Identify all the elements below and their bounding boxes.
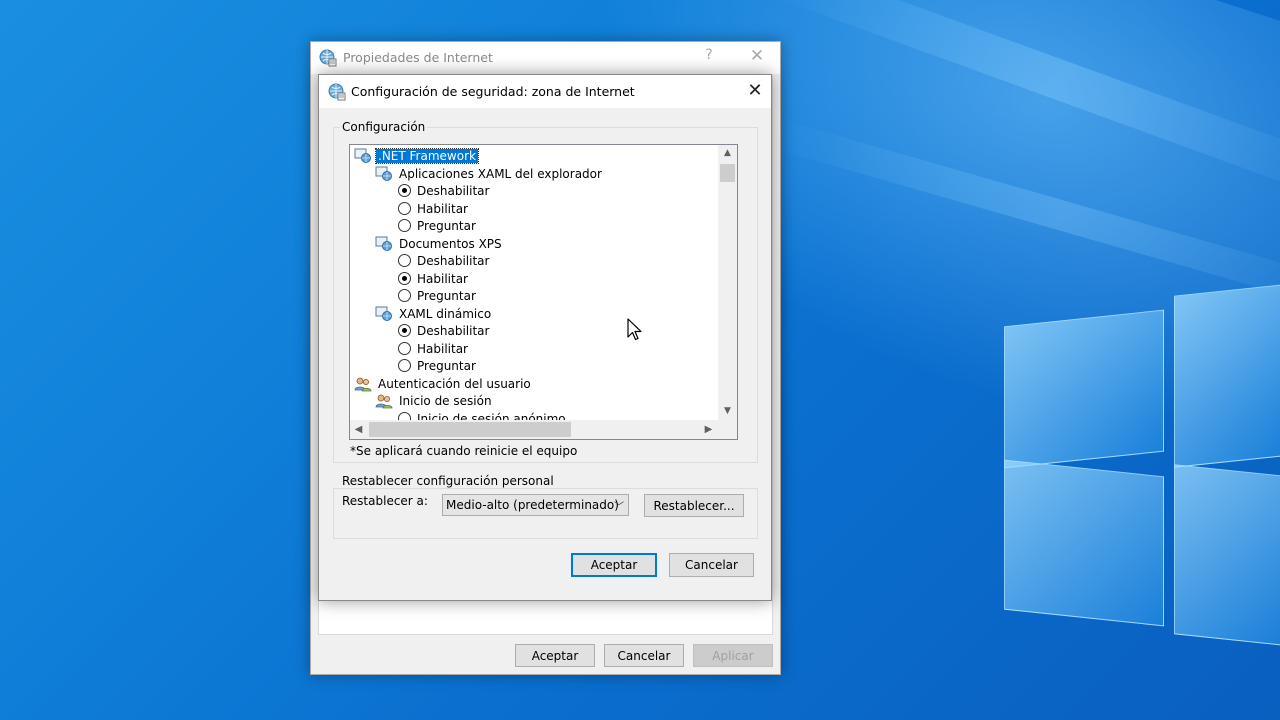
- settings-category-icon: [375, 306, 392, 321]
- close-button[interactable]: ✕: [743, 80, 767, 101]
- radio-label: Preguntar: [417, 288, 476, 303]
- radio-button-checked[interactable]: [398, 272, 411, 285]
- windows-logo-pane: [1174, 464, 1280, 646]
- close-button[interactable]: ✕: [745, 46, 769, 66]
- radio-button-checked[interactable]: [398, 324, 411, 337]
- radio-button-checked[interactable]: [398, 184, 411, 197]
- radio-button[interactable]: [398, 359, 411, 372]
- internet-options-icon: [328, 83, 346, 104]
- radio-button[interactable]: [398, 289, 411, 302]
- reset-group-label: Restablecer configuración personal: [340, 474, 556, 488]
- scroll-left-icon[interactable]: ◀: [350, 420, 367, 439]
- radio-label: Preguntar: [417, 218, 476, 233]
- tree-item-label: .NET Framework: [375, 147, 479, 164]
- window-title: Configuración de seguridad: zona de Inte…: [351, 84, 635, 99]
- title-bar: Propiedades de Internet ? ✕: [311, 42, 780, 74]
- scroll-thumb[interactable]: [720, 164, 735, 182]
- scroll-down-icon[interactable]: ▼: [718, 403, 737, 420]
- security-settings-dialog: Configuración de seguridad: zona de Inte…: [318, 74, 772, 601]
- settings-category-icon: [354, 148, 371, 163]
- scroll-right-icon[interactable]: ▶: [700, 420, 717, 439]
- tree-item-label: Inicio de sesión: [399, 393, 492, 408]
- radio-option-xaml-disable[interactable]: Deshabilitar: [398, 182, 489, 199]
- apply-button[interactable]: Aplicar: [693, 644, 773, 667]
- chevron-down-icon: ﹀: [614, 502, 624, 513]
- title-bar: Configuración de seguridad: zona de Inte…: [319, 75, 771, 108]
- window-title: Propiedades de Internet: [343, 50, 493, 65]
- reset-button[interactable]: Restablecer...: [644, 494, 744, 517]
- radio-label: Deshabilitar: [417, 323, 490, 338]
- radio-button[interactable]: [398, 219, 411, 232]
- radio-label: Habilitar: [417, 271, 468, 286]
- radio-option-xaml-enable[interactable]: Habilitar: [398, 200, 468, 217]
- internet-options-icon: [319, 49, 337, 70]
- tree-subcategory-xaml-apps[interactable]: Aplicaciones XAML del explorador: [375, 165, 604, 182]
- radio-label: Habilitar: [417, 201, 468, 216]
- radio-option-dynamic-enable[interactable]: Habilitar: [398, 340, 468, 357]
- tree-category-user-auth[interactable]: Autenticación del usuario: [354, 375, 533, 392]
- settings-category-icon: [375, 236, 392, 251]
- tree-item-label: Autenticación del usuario: [378, 376, 531, 391]
- horizontal-scrollbar[interactable]: ◀ ▶: [350, 420, 718, 439]
- radio-label: Preguntar: [417, 358, 476, 373]
- reset-level-select[interactable]: Medio-alto (predeterminado) ﹀: [442, 494, 629, 516]
- users-icon: [354, 377, 372, 391]
- radio-label: Deshabilitar: [417, 183, 490, 198]
- tree-category-net-framework[interactable]: .NET Framework: [354, 147, 479, 164]
- radio-option-xps-enable[interactable]: Habilitar: [398, 270, 468, 287]
- radio-option-xps-prompt[interactable]: Preguntar: [398, 287, 476, 304]
- radio-label: Deshabilitar: [417, 253, 490, 268]
- vertical-scrollbar[interactable]: ▲ ▼: [718, 145, 737, 420]
- reset-to-label: Restablecer a:: [342, 494, 428, 508]
- settings-tree[interactable]: .NET Framework Aplicaciones XAML del exp…: [349, 144, 738, 440]
- radio-option-xaml-prompt[interactable]: Preguntar: [398, 217, 476, 234]
- radio-option-xps-disable[interactable]: Deshabilitar: [398, 252, 489, 269]
- tree-item-label: Aplicaciones XAML del explorador: [399, 166, 602, 181]
- windows-logo-pane: [1004, 309, 1164, 469]
- scroll-up-icon[interactable]: ▲: [718, 145, 737, 162]
- settings-group-label: Configuración: [340, 120, 428, 134]
- scrollbar-corner: [718, 420, 737, 439]
- radio-option-dynamic-prompt[interactable]: Preguntar: [398, 357, 476, 374]
- windows-logo-pane: [1174, 284, 1280, 468]
- tree-subcategory-logon[interactable]: Inicio de sesión: [375, 392, 494, 409]
- users-icon: [375, 394, 393, 408]
- select-value: Medio-alto (predeterminado): [446, 498, 619, 512]
- radio-option-dynamic-disable[interactable]: Deshabilitar: [398, 322, 489, 339]
- ok-button[interactable]: Aceptar: [515, 644, 595, 667]
- tree-item-label: Documentos XPS: [399, 236, 502, 251]
- cancel-button[interactable]: Cancelar: [669, 553, 754, 577]
- ok-button[interactable]: Aceptar: [571, 553, 657, 577]
- tree-subcategory-xps-documents[interactable]: Documentos XPS: [375, 235, 504, 252]
- settings-category-icon: [375, 166, 392, 181]
- help-button[interactable]: ?: [699, 47, 719, 63]
- radio-button[interactable]: [398, 342, 411, 355]
- radio-label: Habilitar: [417, 341, 468, 356]
- radio-label: Inicio de sesión anónimo: [417, 411, 566, 421]
- tree-subcategory-dynamic-xaml[interactable]: XAML dinámico: [375, 305, 493, 322]
- windows-logo: [1004, 284, 1280, 650]
- restart-note: *Se aplicará cuando reinicie el equipo: [350, 444, 578, 458]
- tree-item-label: XAML dinámico: [399, 306, 492, 321]
- tree-viewport: .NET Framework Aplicaciones XAML del exp…: [350, 145, 718, 420]
- mouse-cursor-icon: [627, 318, 642, 341]
- close-icon: ✕: [747, 80, 763, 101]
- windows-logo-pane: [1004, 459, 1164, 627]
- radio-button[interactable]: [398, 202, 411, 215]
- close-icon: ✕: [749, 46, 765, 66]
- radio-button[interactable]: [398, 254, 411, 267]
- scroll-thumb[interactable]: [369, 422, 571, 437]
- cancel-button[interactable]: Cancelar: [604, 644, 684, 667]
- radio-option-anonymous-logon[interactable]: Inicio de sesión anónimo: [398, 410, 566, 420]
- radio-button[interactable]: [398, 412, 411, 420]
